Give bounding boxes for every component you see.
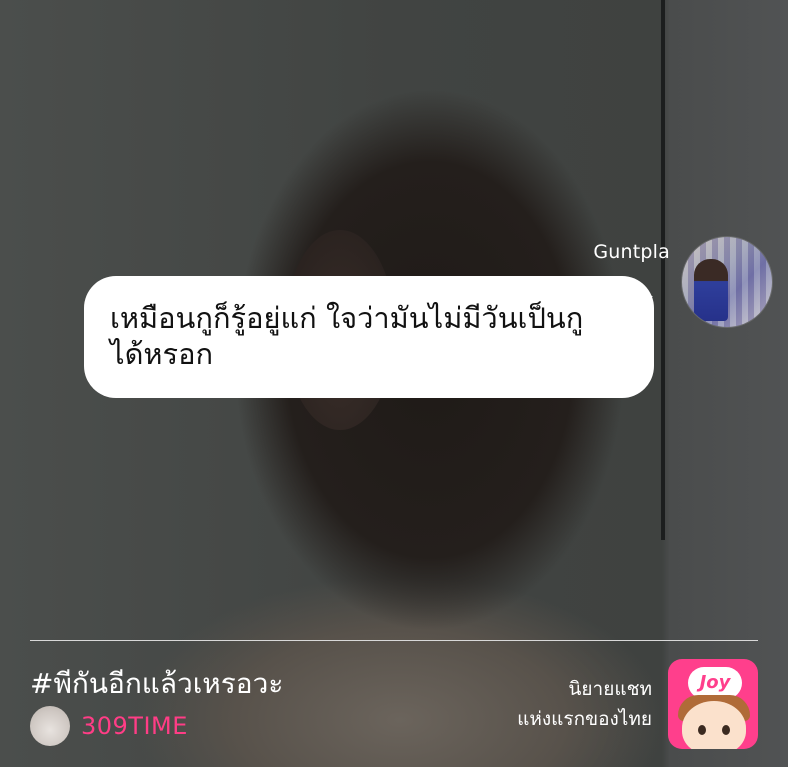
logo-character-eye	[722, 725, 730, 735]
logo-character-face	[682, 701, 746, 749]
brand-tagline: นิยายแชท แห่งแรกของไทย	[517, 674, 652, 734]
brand-tagline-line-1: นิยายแชท	[568, 678, 652, 700]
background-door-edge	[661, 0, 665, 540]
story-hashtag[interactable]: #พีกันอีกแล้วเหรอวะ	[30, 662, 283, 706]
author-name[interactable]: 309TIME	[81, 712, 188, 740]
author-avatar[interactable]	[30, 706, 70, 746]
sender-avatar[interactable]	[682, 237, 772, 327]
joylada-logo-icon[interactable]: Joy	[668, 659, 758, 749]
footer-divider	[30, 640, 758, 641]
avatar-photo-person	[694, 259, 728, 321]
logo-character-eye	[698, 725, 706, 735]
chat-message-text: เหมือนกูก็รู้อยู่แก่ ใจว่ามันไม่มีวันเป็…	[110, 300, 640, 372]
chat-message-line-1: เหมือนกูก็รู้อยู่แก่ ใจว่ามันไม่มีวันเป็…	[110, 301, 584, 335]
sender-name: Guntpla	[593, 241, 670, 263]
chat-message-line-2: ได้หรอก	[110, 337, 214, 371]
brand-tagline-line-2: แห่งแรกของไทย	[517, 708, 652, 730]
